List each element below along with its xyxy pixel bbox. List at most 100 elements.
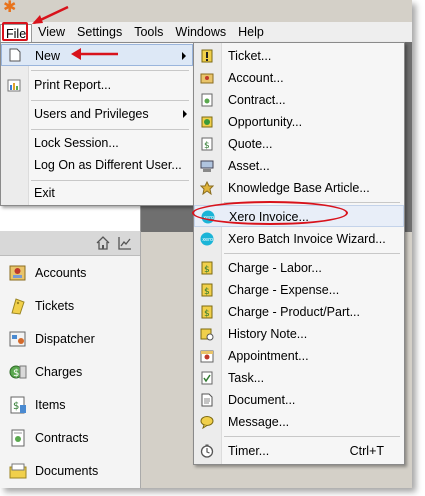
menu-separator [31, 70, 189, 71]
tickets-icon [8, 296, 28, 316]
keyboard-shortcut: Ctrl+T [349, 444, 384, 458]
new-document-icon [9, 48, 21, 62]
new-submenu-label: Account... [228, 71, 284, 85]
charge-icon: $ [201, 283, 213, 297]
new-submenu-label: Asset... [228, 159, 270, 173]
nav-item-label: Accounts [35, 265, 87, 280]
asset-icon [200, 160, 214, 172]
accounts-icon [8, 263, 28, 283]
file-menu-label: Lock Session... [34, 136, 119, 150]
charge-icon: $ [201, 305, 213, 319]
nav-item-items[interactable]: $ Items [0, 388, 140, 421]
new-appointment[interactable]: Appointment... [194, 345, 404, 367]
menu-windows[interactable]: Windows [169, 23, 232, 41]
menu-separator [31, 129, 189, 130]
nav-item-label: Documents [35, 463, 99, 478]
quote-icon: $ [201, 137, 213, 151]
file-menu-label: New [35, 49, 61, 63]
items-icon: $ [8, 395, 28, 415]
new-contract[interactable]: Contract... [194, 89, 404, 111]
file-menu-users-privileges[interactable]: Users and Privileges [1, 103, 193, 125]
knowledge-base-icon [200, 181, 214, 195]
xero-icon: xero [200, 232, 214, 246]
nav-item-charges[interactable]: $ Charges [0, 355, 140, 388]
menu-tools[interactable]: Tools [128, 23, 169, 41]
menu-separator [224, 436, 400, 437]
document-icon [201, 393, 213, 407]
new-charge-labor[interactable]: $ Charge - Labor... [194, 257, 404, 279]
new-history-note[interactable]: History Note... [194, 323, 404, 345]
contracts-icon [8, 428, 28, 448]
new-document[interactable]: Document... [194, 389, 404, 411]
menu-settings[interactable]: Settings [71, 23, 128, 41]
new-charge-product-part[interactable]: $ Charge - Product/Part... [194, 301, 404, 323]
file-menu-exit[interactable]: Exit [1, 182, 193, 204]
new-submenu-label: Charge - Product/Part... [228, 305, 361, 319]
new-xero-batch-invoice-wizard[interactable]: xero Xero Batch Invoice Wizard... [194, 228, 404, 250]
home-icon[interactable] [96, 236, 110, 250]
menu-separator [224, 253, 400, 254]
file-menu-lock-session[interactable]: Lock Session... [1, 132, 193, 154]
dispatcher-icon [8, 329, 28, 349]
new-task[interactable]: Task... [194, 367, 404, 389]
new-asset[interactable]: Asset... [194, 155, 404, 177]
message-icon [200, 416, 214, 429]
menu-separator [31, 100, 189, 101]
new-timer[interactable]: Timer... Ctrl+T [194, 440, 404, 462]
new-submenu: Ticket... Account... Contract... Opportu… [193, 42, 405, 465]
submenu-arrow-icon [182, 52, 186, 60]
contract-icon [201, 93, 213, 107]
file-menu-print-report[interactable]: Print Report... [1, 74, 193, 96]
nav-item-documents[interactable]: Documents [0, 454, 140, 487]
new-submenu-label: Charge - Expense... [228, 283, 340, 297]
new-account[interactable]: Account... [194, 67, 404, 89]
new-submenu-label: Xero Batch Invoice Wizard... [228, 232, 386, 246]
new-ticket[interactable]: Ticket... [194, 45, 404, 67]
new-message[interactable]: Message... [194, 411, 404, 433]
new-quote[interactable]: $ Quote... [194, 133, 404, 155]
new-submenu-label: Knowledge Base Article... [228, 181, 370, 195]
nav-item-label: Items [35, 397, 66, 412]
charges-icon: $ [8, 362, 28, 382]
menu-separator [31, 180, 189, 181]
charge-icon: $ [201, 261, 213, 275]
appointment-icon [200, 350, 214, 363]
new-charge-expense[interactable]: $ Charge - Expense... [194, 279, 404, 301]
nav-item-tickets[interactable]: Tickets [0, 289, 140, 322]
documents-icon [8, 461, 28, 481]
annotation-arrow-icon [32, 5, 69, 25]
nav-item-contracts[interactable]: Contracts [0, 421, 140, 454]
menu-help[interactable]: Help [232, 23, 270, 41]
svg-text:xero: xero [202, 237, 213, 243]
nav-toolbar [0, 231, 140, 256]
new-submenu-label: Quote... [228, 137, 273, 151]
file-menu-label: Print Report... [34, 78, 112, 92]
app-logo-icon: ✱ [3, 0, 17, 16]
print-report-icon [7, 79, 21, 92]
svg-text:$: $ [204, 287, 210, 297]
new-submenu-label: Appointment... [228, 349, 309, 363]
chart-icon[interactable] [118, 236, 132, 250]
app-window: ✱ File View Settings Tools Windows Help … [0, 0, 412, 488]
new-opportunity[interactable]: Opportunity... [194, 111, 404, 133]
nav-item-dispatcher[interactable]: Dispatcher [0, 322, 140, 355]
file-menu-dropdown: New Print Report... Users and Privileges… [0, 42, 194, 206]
task-icon [201, 371, 213, 385]
svg-text:$: $ [204, 265, 210, 275]
file-menu-label: Log On as Different User... [34, 158, 182, 172]
nav-item-label: Charges [35, 364, 83, 379]
nav-panel-spacer [0, 205, 141, 231]
new-submenu-label: Document... [228, 393, 296, 407]
svg-text:$: $ [204, 141, 210, 151]
new-submenu-label: Charge - Labor... [228, 261, 322, 275]
annotation-arrow-icon [71, 48, 118, 60]
new-submenu-label: Opportunity... [228, 115, 303, 129]
file-menu-log-on-different-user[interactable]: Log On as Different User... [1, 154, 193, 176]
new-knowledge-base-article[interactable]: Knowledge Base Article... [194, 177, 404, 199]
nav-item-label: Dispatcher [35, 331, 95, 346]
nav-item-accounts[interactable]: Accounts [0, 256, 140, 289]
svg-text:$: $ [13, 401, 19, 412]
ticket-icon [201, 49, 213, 63]
opportunity-icon [201, 116, 213, 128]
file-menu-label: Exit [34, 186, 55, 200]
